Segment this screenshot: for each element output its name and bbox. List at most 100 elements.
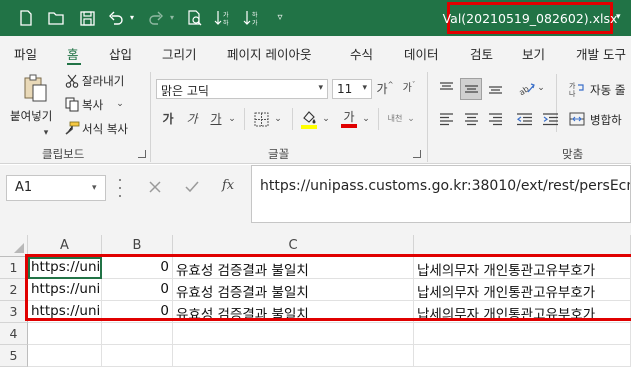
ribbon-separator [244,108,245,130]
bold-label: 가 [162,112,174,126]
cell-c3[interactable]: 유효성 검증결과 불일치 [173,301,414,323]
cell-d5[interactable] [414,345,631,367]
copy-button[interactable]: 복사 [82,97,103,113]
cancel-icon[interactable] [148,180,164,196]
row-header-1[interactable]: 1 [0,257,28,279]
cut-button[interactable]: 잘라내기 [82,73,124,89]
tab-view[interactable]: 보기 [522,44,545,63]
row-header-5[interactable]: 5 [0,345,28,367]
row-header-4[interactable]: 4 [0,323,28,345]
cell-b4[interactable] [102,323,173,345]
cell-c2[interactable]: 유효성 검증결과 불일치 [173,279,414,301]
font-color-button[interactable]: 가 [340,108,358,130]
formula-input[interactable]: https://unipass.customs.go.kr:38010/ext/… [251,165,631,223]
wrap-text-icon[interactable]: 가나 [568,80,586,98]
tab-review[interactable]: 검토 [470,44,493,63]
tab-file[interactable]: 파일 [14,44,37,63]
formula-bar-grip-icon[interactable] [118,179,122,197]
orientation-icon[interactable]: ab [516,78,536,98]
cell-c4[interactable] [173,323,414,345]
format-painter-button[interactable]: 서식 복사 [82,121,128,137]
cell-d2[interactable]: 납세의무자 개인통관고유부호가 [414,279,631,301]
tab-home[interactable]: 홈 [67,44,79,63]
open-folder-icon[interactable] [46,8,66,28]
paste-icon[interactable] [18,72,52,104]
fill-color-icon[interactable] [300,108,318,130]
column-header-d[interactable] [414,235,631,257]
name-box-dropdown-icon[interactable]: ▾ [92,183,97,193]
cell-d3[interactable]: 납세의무자 개인통관고유부호가 [414,301,631,323]
copy-dropdown-icon[interactable]: ⌄ [115,99,125,109]
font-dialog-launcher-icon[interactable] [413,150,421,158]
increase-indent-icon[interactable] [540,110,560,128]
svg-text:가: 가 [569,81,576,90]
svg-text:하: 하 [252,11,258,19]
grow-font-button[interactable]: 가 ^ [376,80,394,98]
font-color-dropdown-icon[interactable]: ⌄ [360,113,372,125]
underline-dropdown-icon[interactable]: ⌄ [226,113,238,125]
name-box[interactable]: A1 [6,175,106,201]
customize-toolbar-icon[interactable]: ▿ [270,8,290,28]
clipboard-dialog-launcher-icon[interactable] [138,150,146,158]
fill-color-dropdown-icon[interactable]: ⌄ [320,113,332,125]
align-bottom-icon[interactable] [486,79,504,97]
phonetic-dropdown-icon[interactable]: ⌄ [406,113,416,125]
italic-button[interactable]: 가 [184,110,200,128]
new-file-icon[interactable] [16,8,36,28]
row-header-2[interactable]: 2 [0,279,28,301]
phonetic-guide-button[interactable]: 내천 [384,110,406,128]
bold-button[interactable]: 가 [160,110,176,128]
column-header-c[interactable]: C [173,235,414,257]
merge-center-button[interactable]: 병합하 [590,112,622,128]
sort-descending-icon[interactable]: 하가 [242,8,262,28]
wrap-text-button[interactable]: 자동 줄 [590,82,625,98]
cell-a3[interactable]: https://uni [28,301,102,323]
tab-developer[interactable]: 개발 도구 [576,44,626,63]
font-name-select[interactable]: 맑은 고딕 ▾ [156,79,328,99]
insert-function-button[interactable]: fx [222,178,234,193]
column-header-b[interactable]: B [102,235,173,257]
underline-button[interactable]: 가 [208,110,224,128]
decrease-indent-icon[interactable] [514,110,534,128]
shrink-font-button[interactable]: 가ˇ [400,80,418,98]
cell-b3[interactable]: 0 [102,301,173,323]
cell-c1[interactable]: 유효성 검증결과 불일치 [173,257,414,279]
tab-draw[interactable]: 그리기 [162,44,197,63]
align-middle-icon[interactable] [460,78,482,100]
save-icon[interactable] [77,8,97,28]
cell-d4[interactable] [414,323,631,345]
align-center-icon[interactable] [462,110,480,128]
cell-b5[interactable] [102,345,173,367]
paste-button[interactable]: 붙여넣기 [10,108,52,124]
tab-page-layout[interactable]: 페이지 레이아웃 [227,44,311,63]
title-dropdown-icon[interactable]: ▾ [616,12,621,22]
sort-ascending-icon[interactable]: 가하 [213,8,233,28]
tab-insert[interactable]: 삽입 [109,44,132,63]
align-right-icon[interactable] [486,110,504,128]
select-all-corner[interactable] [0,235,28,257]
cell-a5[interactable] [28,345,102,367]
cell-a1[interactable]: https://uni [28,257,102,279]
merge-center-icon[interactable] [568,110,586,128]
tab-data[interactable]: 데이터 [404,44,439,63]
enter-check-icon[interactable] [184,180,200,196]
cell-b2[interactable]: 0 [102,279,173,301]
cell-d1[interactable]: 납세의무자 개인통관고유부호가 [414,257,631,279]
align-left-icon[interactable] [437,110,455,128]
cell-a2[interactable]: https://uni [28,279,102,301]
paste-dropdown-icon[interactable]: ▾ [40,128,52,138]
font-size-select[interactable]: 11 ▾ [332,79,372,99]
cell-a4[interactable] [28,323,102,345]
borders-dropdown-icon[interactable]: ⌄ [272,113,284,125]
align-top-icon[interactable] [437,79,455,97]
cell-b1[interactable]: 0 [102,257,173,279]
print-preview-icon[interactable] [185,8,205,28]
undo-dropdown-icon[interactable]: ▾ [122,8,142,28]
orientation-dropdown-icon[interactable]: ⌄ [536,82,546,94]
row-header-3[interactable]: 3 [0,301,28,323]
tab-formulas[interactable]: 수식 [350,44,373,63]
cell-c5[interactable] [173,345,414,367]
borders-icon[interactable] [252,110,270,128]
column-header-a[interactable]: A [28,235,102,257]
copy-icon [64,96,80,112]
